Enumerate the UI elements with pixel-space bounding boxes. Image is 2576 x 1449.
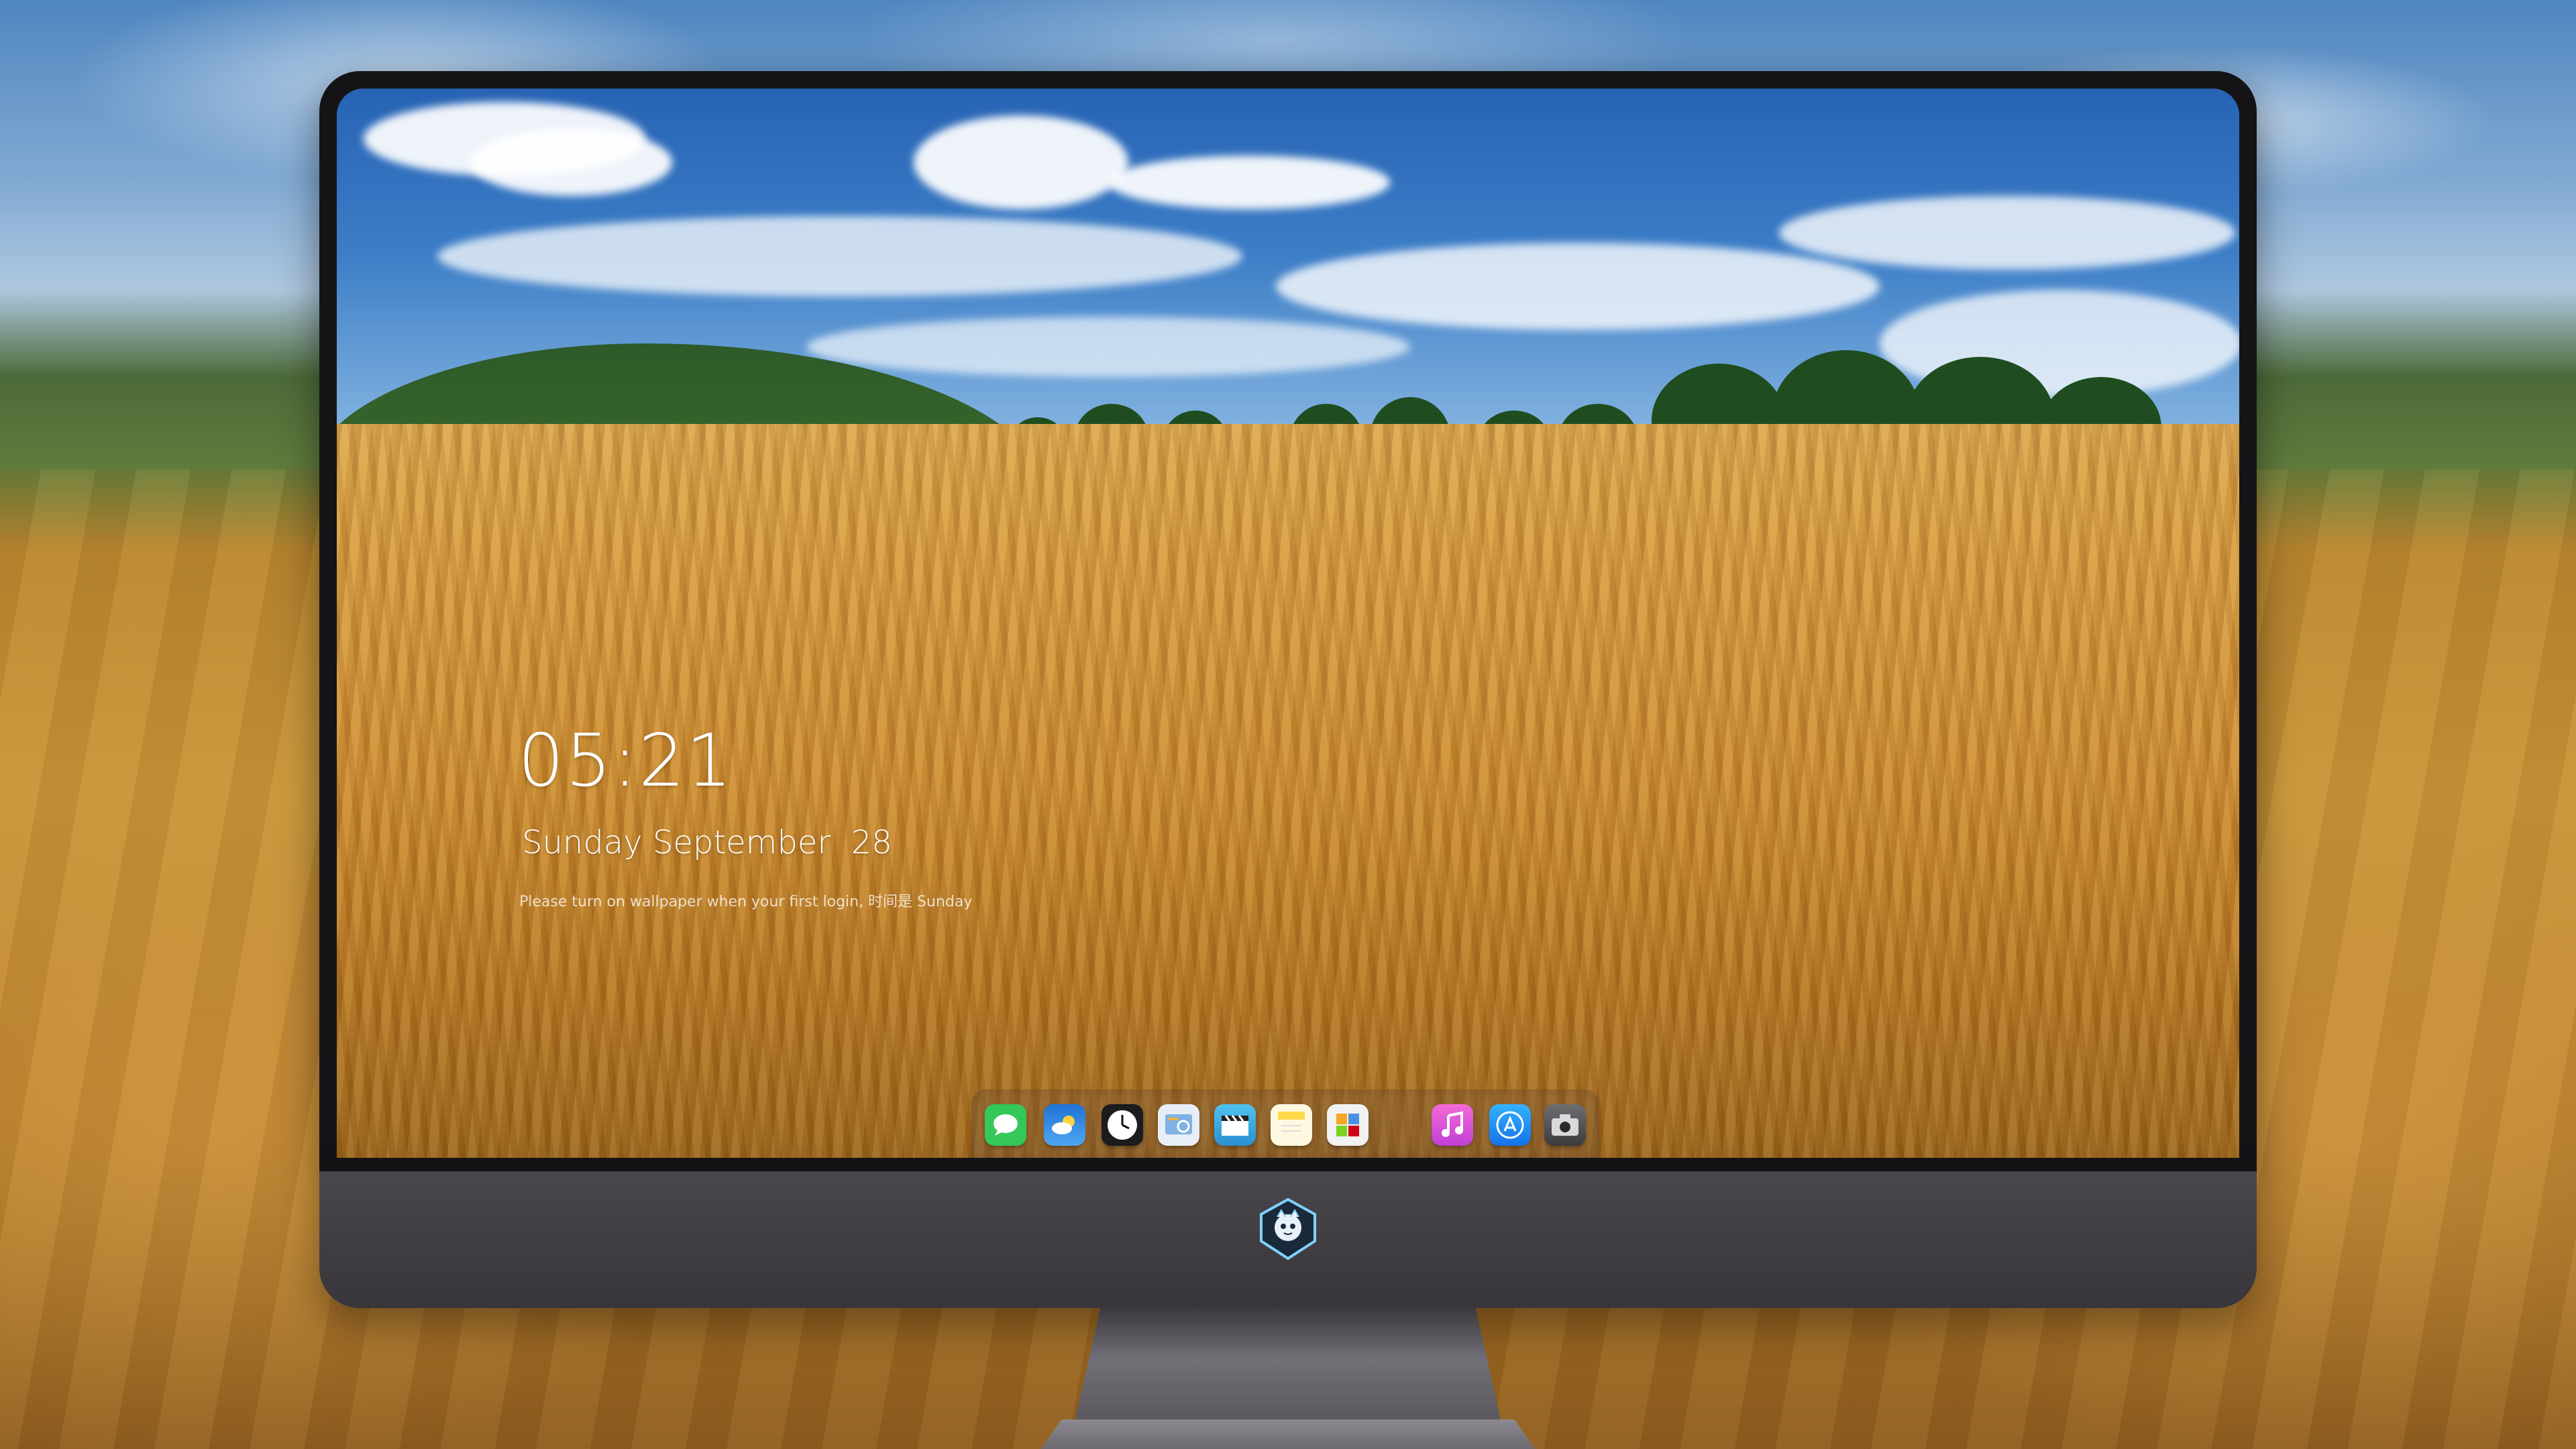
- preview-icon[interactable]: [1158, 1104, 1199, 1146]
- brand-logo-icon: [1254, 1195, 1322, 1263]
- app-store-icon[interactable]: [1489, 1104, 1531, 1146]
- lock-clock: 05:21: [518, 719, 734, 803]
- weather-icon[interactable]: [1044, 1104, 1085, 1146]
- screen[interactable]: 05:21 Sunday September 28 Please turn on…: [337, 89, 2239, 1158]
- monitor-stand-neck: [1075, 1308, 1501, 1422]
- clapperboard-icon[interactable]: [1214, 1104, 1256, 1146]
- music-icon[interactable]: [1432, 1104, 1473, 1146]
- photos-icon[interactable]: [1327, 1104, 1368, 1146]
- camera-icon[interactable]: [1544, 1104, 1586, 1146]
- monitor-stand-base: [990, 1419, 1586, 1449]
- notes-icon[interactable]: [1271, 1104, 1312, 1146]
- lock-subtext: Please turn on wallpaper when your first…: [519, 894, 973, 910]
- monitor: 05:21 Sunday September 28 Please turn on…: [319, 71, 2257, 1449]
- lock-date: Sunday September 28: [522, 824, 892, 861]
- clock-icon[interactable]: [1102, 1104, 1143, 1146]
- desktop-scene: 05:21 Sunday September 28 Please turn on…: [0, 0, 2576, 1449]
- messages-icon[interactable]: [985, 1104, 1026, 1146]
